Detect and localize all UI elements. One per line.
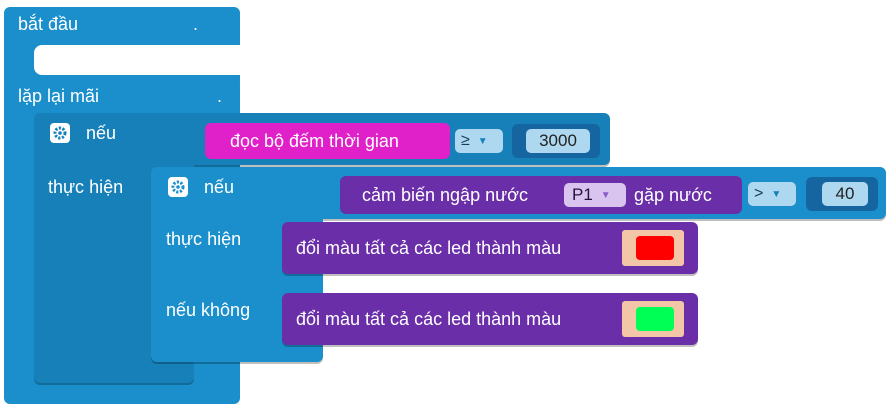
gear-icon[interactable] (50, 123, 70, 143)
inner-operator-dropdown[interactable]: > ▼ (748, 182, 796, 206)
dropdown-arrow-icon: ▼ (600, 189, 611, 201)
port-value: P1 (572, 185, 593, 204)
sensor-suffix-label: gặp nước (634, 185, 712, 205)
threshold-input[interactable]: 3000 (526, 129, 590, 153)
inner-if-label: nếu (204, 177, 235, 197)
inner-then-label: thực hiện (166, 229, 242, 249)
outer-if-label: nếu (86, 123, 117, 143)
operator-dropdown[interactable]: ≥ ▼ (455, 129, 503, 153)
loop-block-label: lặp lại mãi (18, 86, 100, 106)
port-dropdown[interactable]: P1 ▼ (564, 183, 626, 207)
else-led-label: đổi màu tất cả các led thành màu (296, 309, 562, 329)
dropdown-arrow-icon: ▼ (771, 188, 782, 200)
gear-icon[interactable] (168, 177, 188, 197)
then-led-label: đổi màu tất cả các led thành màu (296, 238, 562, 258)
timer-block-label: đọc bộ đếm thời gian (230, 131, 399, 151)
dropdown-arrow-icon: ▼ (477, 135, 488, 147)
inner-else-label: nếu không (166, 300, 251, 320)
sensor-prefix-label: cảm biến ngập nước (362, 185, 528, 205)
loop-block-dot: . (217, 86, 223, 106)
inner-threshold-input[interactable]: 40 (822, 182, 868, 206)
inner-operator-value: > (754, 185, 764, 202)
else-color-swatch[interactable] (636, 307, 674, 331)
start-block-label: bắt đầu (18, 14, 79, 34)
start-block-slot (34, 45, 244, 75)
then-color-swatch[interactable] (636, 236, 674, 260)
operator-value: ≥ (461, 132, 470, 149)
outer-then-label: thực hiện (48, 177, 124, 197)
start-block-dot: . (193, 14, 199, 34)
